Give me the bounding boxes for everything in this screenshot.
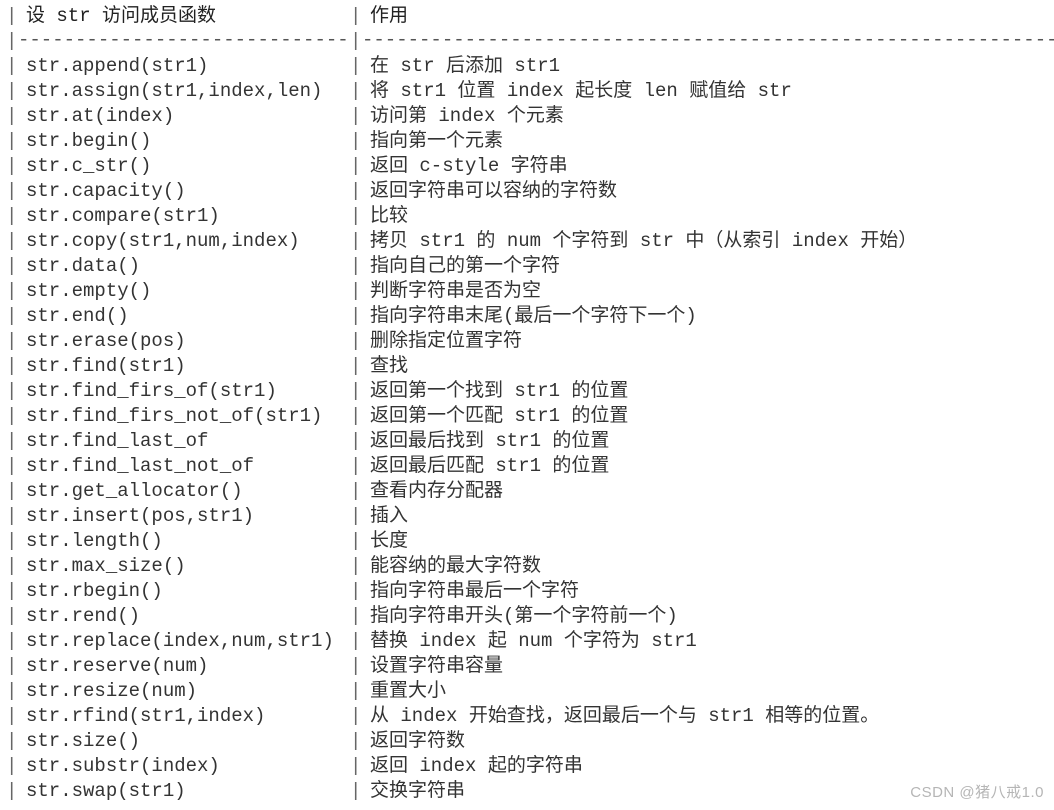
description-cell: 将 str1 位置 index 起长度 len 赋值给 str xyxy=(362,79,1054,104)
description-cell: 在 str 后添加 str1 xyxy=(362,54,1054,79)
description-cell: 长度 xyxy=(362,529,1054,554)
description-cell: 返回第一个匹配 str1 的位置 xyxy=(362,404,1054,429)
header-functions: 设 str 访问成员函数 xyxy=(18,4,350,29)
function-cell: str.rend() xyxy=(18,604,350,629)
description-cell: 指向字符串最后一个字符 xyxy=(362,579,1054,604)
description-cell: 返回字符数 xyxy=(362,729,1054,754)
description-cell: 访问第 index 个元素 xyxy=(362,104,1054,129)
function-cell: str.compare(str1) xyxy=(18,204,350,229)
function-cell: str.replace(index,num,str1) xyxy=(18,629,350,654)
description-cell: 拷贝 str1 的 num 个字符到 str 中（从索引 index 开始） xyxy=(362,229,1054,254)
description-cell: 指向字符串开头(第一个字符前一个) xyxy=(362,604,1054,629)
description-cell: 重置大小 xyxy=(362,679,1054,704)
description-cell: 比较 xyxy=(362,204,1054,229)
description-cell: 返回最后找到 str1 的位置 xyxy=(362,429,1054,454)
function-cell: str.resize(num) xyxy=(18,679,350,704)
description-cell: 指向第一个元素 xyxy=(362,129,1054,154)
vertical-rule-left: |||||||||||||||||||||||||||||||| xyxy=(6,4,18,804)
function-cell: str.find_firs_not_of(str1) xyxy=(18,404,350,429)
function-cell: str.at(index) xyxy=(18,104,350,129)
function-cell: str.find_firs_of(str1) xyxy=(18,379,350,404)
description-cell: 查看内存分配器 xyxy=(362,479,1054,504)
description-cell: 替换 index 起 num 个字符为 str1 xyxy=(362,629,1054,654)
function-cell: str.rbegin() xyxy=(18,579,350,604)
function-cell: str.end() xyxy=(18,304,350,329)
function-cell: str.begin() xyxy=(18,129,350,154)
description-cell: 查找 xyxy=(362,354,1054,379)
function-cell: str.length() xyxy=(18,529,350,554)
function-cell: str.get_allocator() xyxy=(18,479,350,504)
function-cell: str.find(str1) xyxy=(18,354,350,379)
function-cell: str.copy(str1,num,index) xyxy=(18,229,350,254)
function-cell: str.capacity() xyxy=(18,179,350,204)
description-cell: 能容纳的最大字符数 xyxy=(362,554,1054,579)
column-descriptions: 作用 -------------------------------------… xyxy=(362,4,1054,804)
description-cell: 插入 xyxy=(362,504,1054,529)
reference-table: |||||||||||||||||||||||||||||||| 设 str 访… xyxy=(0,0,1054,810)
description-cell: 从 index 开始查找，返回最后一个与 str1 相等的位置。 xyxy=(362,704,1054,729)
description-cell: 返回 index 起的字符串 xyxy=(362,754,1054,779)
function-cell: str.rfind(str1,index) xyxy=(18,704,350,729)
column-functions: 设 str 访问成员函数 ---------------------------… xyxy=(18,4,350,804)
function-cell: str.find_last_of xyxy=(18,429,350,454)
function-cell: str.find_last_not_of xyxy=(18,454,350,479)
header-descriptions: 作用 xyxy=(362,4,1054,29)
divider-dashes: -------------------------------- xyxy=(18,29,350,54)
description-cell: 删除指定位置字符 xyxy=(362,329,1054,354)
function-cell: str.substr(index) xyxy=(18,754,350,779)
function-cell: str.c_str() xyxy=(18,154,350,179)
function-cell: str.size() xyxy=(18,729,350,754)
function-cell: str.data() xyxy=(18,254,350,279)
description-cell: 返回 c-style 字符串 xyxy=(362,154,1054,179)
function-cell: str.reserve(num) xyxy=(18,654,350,679)
description-cell: 返回最后匹配 str1 的位置 xyxy=(362,454,1054,479)
description-cell: 设置字符串容量 xyxy=(362,654,1054,679)
description-cell: 返回字符串可以容纳的字符数 xyxy=(362,179,1054,204)
description-cell: 返回第一个找到 str1 的位置 xyxy=(362,379,1054,404)
function-cell: str.assign(str1,index,len) xyxy=(18,79,350,104)
divider-dashes: ----------------------------------------… xyxy=(362,29,1054,54)
description-cell: 指向字符串末尾(最后一个字符下一个) xyxy=(362,304,1054,329)
description-cell: 判断字符串是否为空 xyxy=(362,279,1054,304)
function-cell: str.empty() xyxy=(18,279,350,304)
watermark: CSDN @猪八戒1.0 xyxy=(910,783,1044,803)
function-cell: str.append(str1) xyxy=(18,54,350,79)
function-cell: str.insert(pos,str1) xyxy=(18,504,350,529)
description-cell: 指向自己的第一个字符 xyxy=(362,254,1054,279)
vertical-rule-middle: |||||||||||||||||||||||||||||||| xyxy=(350,4,362,804)
function-cell: str.max_size() xyxy=(18,554,350,579)
function-cell: str.erase(pos) xyxy=(18,329,350,354)
function-cell: str.swap(str1) xyxy=(18,779,350,804)
